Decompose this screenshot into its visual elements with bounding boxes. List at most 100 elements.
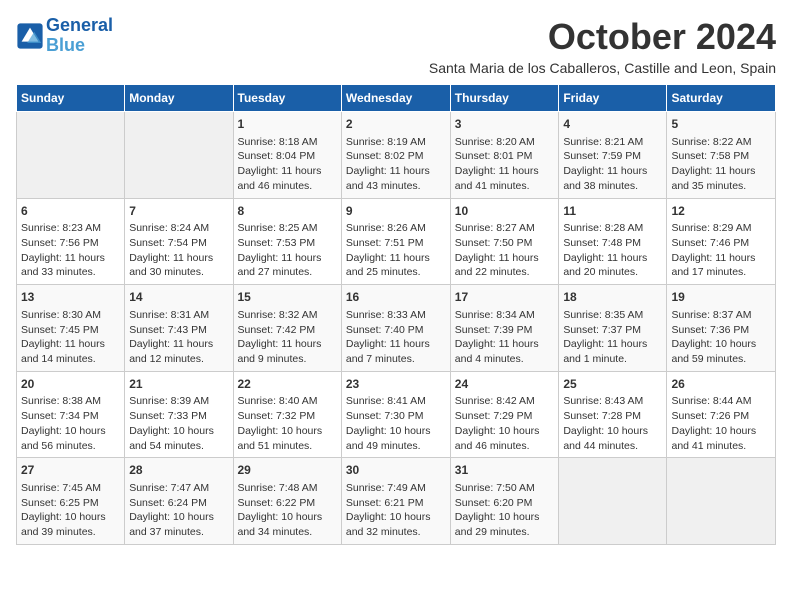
day-info: Sunset: 6:25 PM <box>21 496 120 511</box>
day-number: 20 <box>21 376 120 393</box>
month-title: October 2024 <box>429 16 776 58</box>
day-number: 18 <box>563 289 662 306</box>
day-number: 25 <box>563 376 662 393</box>
day-number: 7 <box>129 203 228 220</box>
calendar-cell: 28Sunrise: 7:47 AMSunset: 6:24 PMDayligh… <box>125 458 233 545</box>
calendar-cell: 22Sunrise: 8:40 AMSunset: 7:32 PMDayligh… <box>233 371 341 458</box>
calendar-cell: 13Sunrise: 8:30 AMSunset: 7:45 PMDayligh… <box>17 285 125 372</box>
logo-line2: Blue <box>46 35 85 55</box>
day-info: Sunrise: 8:39 AM <box>129 394 228 409</box>
logo-icon <box>16 22 44 50</box>
header-row: SundayMondayTuesdayWednesdayThursdayFrid… <box>17 85 776 112</box>
calendar-cell: 3Sunrise: 8:20 AMSunset: 8:01 PMDaylight… <box>450 112 559 199</box>
day-info: Daylight: 11 hours and 35 minutes. <box>671 164 771 193</box>
day-info: Sunrise: 7:45 AM <box>21 481 120 496</box>
header-day-saturday: Saturday <box>667 85 776 112</box>
day-info: Sunset: 7:56 PM <box>21 236 120 251</box>
day-info: Sunrise: 8:21 AM <box>563 135 662 150</box>
day-number: 3 <box>455 116 555 133</box>
day-info: Daylight: 10 hours and 39 minutes. <box>21 510 120 539</box>
day-info: Sunrise: 8:30 AM <box>21 308 120 323</box>
day-info: Sunset: 7:29 PM <box>455 409 555 424</box>
day-number: 9 <box>346 203 446 220</box>
header-day-monday: Monday <box>125 85 233 112</box>
title-block: October 2024 Santa Maria de los Caballer… <box>429 16 776 76</box>
calendar-cell: 5Sunrise: 8:22 AMSunset: 7:58 PMDaylight… <box>667 112 776 199</box>
day-info: Sunrise: 7:50 AM <box>455 481 555 496</box>
week-row-2: 6Sunrise: 8:23 AMSunset: 7:56 PMDaylight… <box>17 198 776 285</box>
day-info: Sunrise: 8:20 AM <box>455 135 555 150</box>
calendar-cell: 19Sunrise: 8:37 AMSunset: 7:36 PMDayligh… <box>667 285 776 372</box>
day-info: Sunrise: 7:47 AM <box>129 481 228 496</box>
day-number: 30 <box>346 462 446 479</box>
day-number: 21 <box>129 376 228 393</box>
day-info: Sunrise: 8:31 AM <box>129 308 228 323</box>
day-info: Daylight: 11 hours and 4 minutes. <box>455 337 555 366</box>
day-info: Sunrise: 8:37 AM <box>671 308 771 323</box>
day-info: Daylight: 11 hours and 43 minutes. <box>346 164 446 193</box>
day-info: Sunrise: 8:25 AM <box>238 221 337 236</box>
day-info: Sunset: 7:26 PM <box>671 409 771 424</box>
calendar-cell: 18Sunrise: 8:35 AMSunset: 7:37 PMDayligh… <box>559 285 667 372</box>
day-number: 27 <box>21 462 120 479</box>
day-info: Daylight: 11 hours and 20 minutes. <box>563 251 662 280</box>
day-number: 22 <box>238 376 337 393</box>
day-number: 13 <box>21 289 120 306</box>
day-info: Daylight: 11 hours and 14 minutes. <box>21 337 120 366</box>
day-number: 15 <box>238 289 337 306</box>
day-info: Sunrise: 8:35 AM <box>563 308 662 323</box>
week-row-1: 1Sunrise: 8:18 AMSunset: 8:04 PMDaylight… <box>17 112 776 199</box>
day-info: Sunset: 7:46 PM <box>671 236 771 251</box>
logo: General Blue <box>16 16 113 56</box>
day-number: 5 <box>671 116 771 133</box>
calendar-cell: 6Sunrise: 8:23 AMSunset: 7:56 PMDaylight… <box>17 198 125 285</box>
day-info: Sunset: 7:34 PM <box>21 409 120 424</box>
day-number: 29 <box>238 462 337 479</box>
week-row-5: 27Sunrise: 7:45 AMSunset: 6:25 PMDayligh… <box>17 458 776 545</box>
calendar-cell: 21Sunrise: 8:39 AMSunset: 7:33 PMDayligh… <box>125 371 233 458</box>
day-info: Sunrise: 8:40 AM <box>238 394 337 409</box>
day-info: Sunset: 7:37 PM <box>563 323 662 338</box>
day-info: Daylight: 11 hours and 9 minutes. <box>238 337 337 366</box>
day-info: Sunset: 8:02 PM <box>346 149 446 164</box>
day-info: Sunset: 8:04 PM <box>238 149 337 164</box>
day-info: Daylight: 11 hours and 30 minutes. <box>129 251 228 280</box>
calendar-table: SundayMondayTuesdayWednesdayThursdayFrid… <box>16 84 776 545</box>
day-info: Sunset: 7:51 PM <box>346 236 446 251</box>
day-info: Daylight: 10 hours and 29 minutes. <box>455 510 555 539</box>
day-info: Daylight: 10 hours and 32 minutes. <box>346 510 446 539</box>
day-info: Daylight: 10 hours and 34 minutes. <box>238 510 337 539</box>
day-number: 19 <box>671 289 771 306</box>
header-day-friday: Friday <box>559 85 667 112</box>
day-number: 6 <box>21 203 120 220</box>
header-day-tuesday: Tuesday <box>233 85 341 112</box>
day-info: Daylight: 11 hours and 17 minutes. <box>671 251 771 280</box>
logo-line1: General <box>46 15 113 35</box>
day-info: Daylight: 11 hours and 25 minutes. <box>346 251 446 280</box>
calendar-cell: 9Sunrise: 8:26 AMSunset: 7:51 PMDaylight… <box>341 198 450 285</box>
day-info: Sunset: 7:50 PM <box>455 236 555 251</box>
day-info: Sunrise: 8:43 AM <box>563 394 662 409</box>
day-number: 8 <box>238 203 337 220</box>
week-row-4: 20Sunrise: 8:38 AMSunset: 7:34 PMDayligh… <box>17 371 776 458</box>
calendar-cell <box>667 458 776 545</box>
calendar-cell: 10Sunrise: 8:27 AMSunset: 7:50 PMDayligh… <box>450 198 559 285</box>
day-info: Daylight: 11 hours and 38 minutes. <box>563 164 662 193</box>
day-info: Daylight: 11 hours and 22 minutes. <box>455 251 555 280</box>
day-info: Sunrise: 8:38 AM <box>21 394 120 409</box>
day-info: Sunrise: 8:33 AM <box>346 308 446 323</box>
day-info: Daylight: 10 hours and 46 minutes. <box>455 424 555 453</box>
location-title: Santa Maria de los Caballeros, Castille … <box>429 60 776 76</box>
day-number: 14 <box>129 289 228 306</box>
calendar-cell: 15Sunrise: 8:32 AMSunset: 7:42 PMDayligh… <box>233 285 341 372</box>
day-info: Daylight: 10 hours and 56 minutes. <box>21 424 120 453</box>
day-info: Daylight: 10 hours and 54 minutes. <box>129 424 228 453</box>
calendar-cell: 14Sunrise: 8:31 AMSunset: 7:43 PMDayligh… <box>125 285 233 372</box>
day-info: Sunrise: 8:42 AM <box>455 394 555 409</box>
day-info: Daylight: 10 hours and 44 minutes. <box>563 424 662 453</box>
day-info: Sunrise: 7:49 AM <box>346 481 446 496</box>
day-info: Sunset: 7:58 PM <box>671 149 771 164</box>
day-info: Sunset: 7:40 PM <box>346 323 446 338</box>
day-info: Sunset: 6:24 PM <box>129 496 228 511</box>
calendar-cell: 16Sunrise: 8:33 AMSunset: 7:40 PMDayligh… <box>341 285 450 372</box>
